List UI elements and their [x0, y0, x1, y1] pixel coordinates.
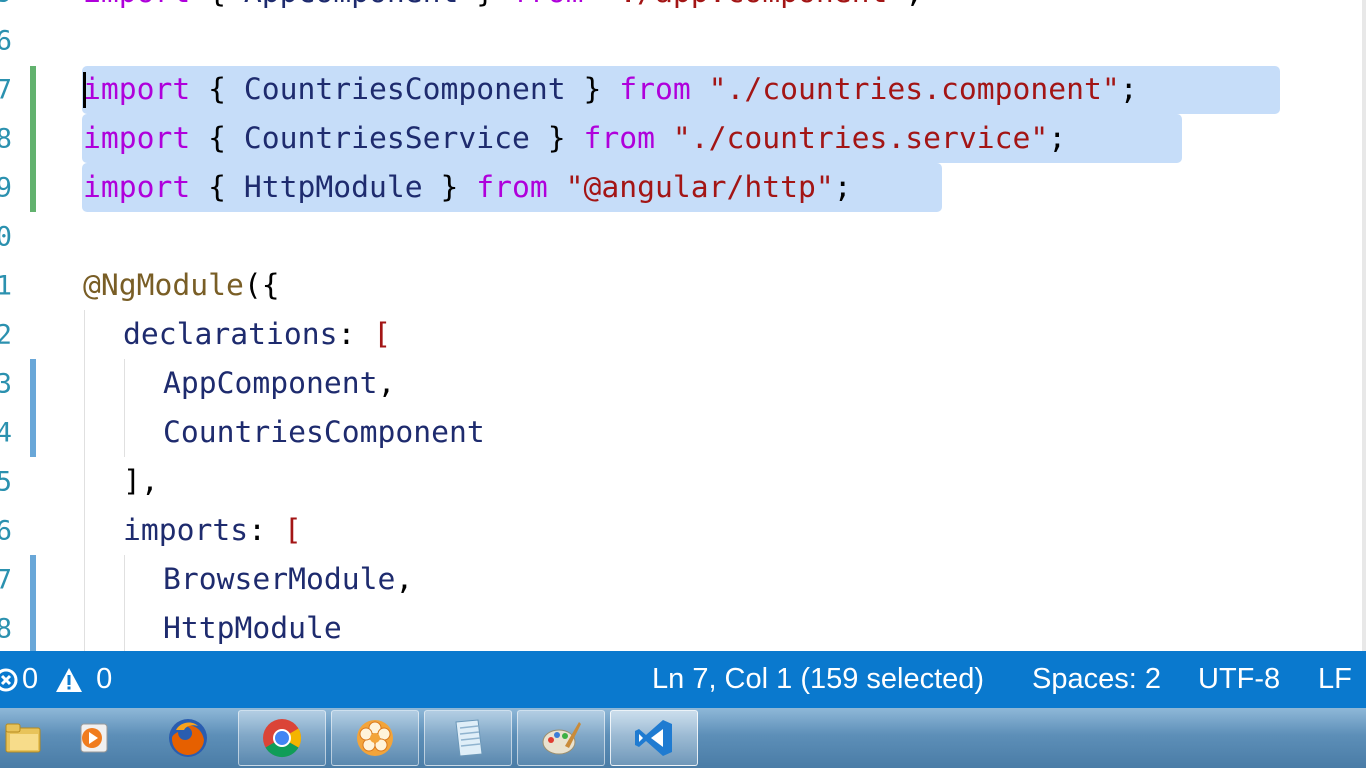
line-number: 9 [0, 172, 12, 203]
code-line[interactable]: 2 declarations: [ [0, 310, 1366, 359]
code-text: import { CountriesService } from "./coun… [83, 120, 1067, 156]
flower-app-icon [357, 720, 393, 756]
paint-icon [542, 722, 581, 755]
taskbar-button-paint[interactable] [517, 710, 605, 766]
text-cursor [83, 72, 86, 108]
problems-indicator[interactable]: 0 0 [0, 651, 112, 708]
code-line[interactable]: 9 import { HttpModule } from "@angular/h… [0, 163, 1366, 212]
code-text: imports: [ [123, 512, 302, 548]
code-line[interactable]: 8 HttpModule [0, 604, 1366, 651]
taskbar-button-flower-app[interactable] [331, 710, 419, 766]
line-number: 8 [0, 123, 12, 154]
code-line[interactable]: 0 [0, 212, 1366, 261]
vscode-icon [635, 720, 672, 756]
code-line[interactable]: 1 @NgModule({ [0, 261, 1366, 310]
code-text: declarations: [ [123, 316, 392, 352]
cursor-position[interactable]: Ln 7, Col 1 (159 selected) [652, 651, 984, 708]
line-number: 0 [0, 221, 12, 252]
line-number: 7 [0, 564, 12, 595]
line-number: 1 [0, 270, 12, 301]
code-line[interactable]: 6 imports: [ [0, 506, 1366, 555]
media-player-icon [80, 723, 108, 753]
indentation-setting[interactable]: Spaces: 2 [1032, 651, 1161, 708]
notepad-icon [455, 719, 483, 757]
firefox-icon [169, 719, 207, 757]
code-line[interactable]: 7 BrowserModule, [0, 555, 1366, 604]
line-number: 5 [0, 466, 12, 497]
taskbar-button-firefox[interactable] [144, 710, 232, 766]
code-line[interactable]: 5 import { AppComponent } from "./app.co… [0, 0, 1366, 17]
line-number: 2 [0, 319, 12, 350]
line-number: 6 [0, 25, 12, 56]
code-line[interactable]: 7 import { CountriesComponent } from "./… [0, 65, 1366, 114]
line-number: 7 [0, 74, 12, 105]
status-bar: 0 0 Ln 7, Col 1 (159 selected) Spaces: 2… [0, 651, 1366, 708]
error-count: 0 [22, 663, 39, 695]
taskbar-button-explorer[interactable] [0, 710, 48, 766]
warning-count: 0 [96, 663, 113, 695]
code-text: ], [123, 463, 159, 499]
taskbar-button-notepad[interactable] [424, 710, 512, 766]
error-icon [0, 668, 18, 691]
taskbar-button-chrome[interactable] [238, 710, 326, 766]
code-line[interactable]: 8 import { CountriesService } from "./co… [0, 114, 1366, 163]
line-number: 5 [0, 0, 12, 6]
code-text: AppComponent, [163, 365, 396, 401]
taskbar-button-media-player[interactable] [50, 710, 138, 766]
line-number: 6 [0, 515, 12, 546]
code-text: BrowserModule, [163, 561, 414, 597]
taskbar [0, 708, 1366, 768]
code-text: HttpModule [163, 610, 342, 646]
line-number: 4 [0, 417, 12, 448]
scrollbar[interactable] [1362, 0, 1366, 651]
taskbar-button-vscode[interactable] [610, 710, 698, 766]
code-line[interactable]: 5 ], [0, 457, 1366, 506]
code-line[interactable]: 4 CountriesComponent [0, 408, 1366, 457]
file-explorer-icon [5, 723, 41, 753]
code-text: import { HttpModule } from "@angular/htt… [83, 169, 852, 205]
code-editor[interactable]: 5 import { AppComponent } from "./app.co… [0, 0, 1366, 651]
code-text: CountriesComponent [163, 414, 485, 450]
chrome-icon [263, 719, 302, 758]
line-number: 3 [0, 368, 12, 399]
code-text: import { AppComponent } from "./app.comp… [83, 0, 923, 7]
code-text: import { CountriesComponent } from "./co… [83, 71, 1138, 107]
code-text: @NgModule({ [83, 267, 280, 303]
code-line[interactable]: 3 AppComponent, [0, 359, 1366, 408]
line-ending-setting[interactable]: LF [1318, 651, 1352, 708]
encoding-setting[interactable]: UTF-8 [1198, 651, 1280, 708]
warning-icon [56, 667, 83, 692]
line-number: 8 [0, 613, 12, 644]
code-line[interactable]: 6 [0, 16, 1366, 65]
